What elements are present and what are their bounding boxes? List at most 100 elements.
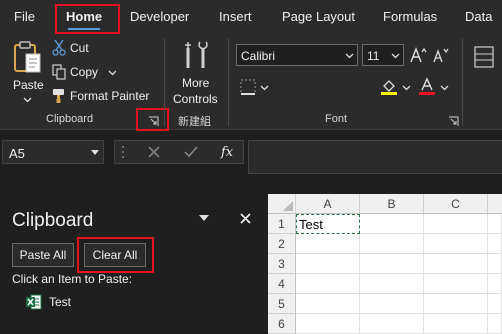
font-group-label: Font — [325, 113, 348, 125]
clipboard-dialog-launcher-icon[interactable] — [148, 116, 159, 127]
format-painter-button[interactable]: Format Painter — [52, 86, 152, 106]
grid-cell[interactable] — [296, 274, 360, 294]
tab-data[interactable]: Data — [465, 0, 492, 34]
chevron-down-icon — [23, 97, 32, 103]
clipboard-pane-title: Clipboard — [12, 210, 94, 231]
row-header-4[interactable]: 4 — [268, 274, 296, 294]
insert-function-icon[interactable]: fx — [221, 145, 233, 160]
grid-cell[interactable] — [360, 294, 424, 314]
paste-all-button[interactable]: Paste All — [12, 243, 74, 267]
grid-cell[interactable] — [424, 314, 488, 334]
font-name-select[interactable]: Calibri — [236, 44, 358, 66]
group-divider — [164, 38, 165, 126]
more-controls-label-2: Controls — [173, 92, 218, 106]
grid-cell[interactable] — [488, 234, 502, 254]
ribbon: Paste Cut Copy Format Painter Clipboard … — [0, 34, 502, 131]
increase-font-size-button[interactable] — [409, 44, 427, 66]
group-divider — [228, 38, 229, 126]
grid-cell[interactable] — [360, 214, 424, 234]
grid-cell[interactable] — [424, 294, 488, 314]
cancel-icon[interactable] — [148, 146, 160, 158]
grid-cell[interactable] — [488, 214, 502, 234]
more-options-icon — [122, 146, 124, 158]
borders-icon — [240, 79, 256, 95]
next-group-button[interactable] — [470, 38, 500, 108]
column-header-d[interactable] — [488, 194, 502, 214]
grid-cell[interactable] — [488, 274, 502, 294]
chevron-down-icon — [345, 53, 354, 59]
tab-page-layout[interactable]: Page Layout — [282, 0, 355, 34]
row-header-5[interactable]: 5 — [268, 294, 296, 314]
grid-cell[interactable] — [360, 234, 424, 254]
clipboard-instruction: Click an Item to Paste: — [12, 272, 133, 286]
close-icon[interactable] — [240, 213, 251, 224]
more-controls-button[interactable]: More Controls — [170, 38, 222, 108]
grid-cell[interactable] — [360, 274, 424, 294]
font-size-select[interactable]: 11 — [362, 44, 404, 66]
column-header-a[interactable]: A — [296, 194, 360, 214]
grid-cell[interactable] — [424, 214, 488, 234]
more-controls-label-1: More — [182, 76, 210, 90]
copy-button[interactable]: Copy — [52, 62, 132, 82]
enter-check-icon[interactable] — [184, 146, 198, 158]
row-header-2[interactable]: 2 — [268, 234, 296, 254]
paste-icon — [14, 41, 41, 73]
font-color-icon — [419, 77, 435, 95]
cell-a1[interactable]: Test — [296, 214, 360, 234]
tab-file[interactable]: File — [14, 0, 35, 34]
grid-cell[interactable] — [424, 274, 488, 294]
grid-cell[interactable] — [424, 254, 488, 274]
cut-button[interactable]: Cut — [52, 38, 132, 58]
select-all-corner[interactable] — [268, 194, 296, 214]
table-icon — [474, 46, 494, 68]
tab-developer[interactable]: Developer — [130, 0, 189, 34]
ribbon-tab-bar: File Home Developer Insert Page Layout F… — [0, 0, 502, 34]
decrease-font-size-button[interactable] — [432, 44, 450, 66]
cell-a1-value: Test — [299, 217, 323, 232]
decrease-font-icon — [433, 48, 449, 63]
paintbrush-icon — [53, 89, 64, 103]
copy-label: Copy — [70, 65, 99, 79]
formula-actions: fx — [114, 140, 244, 164]
tab-formulas[interactable]: Formulas — [383, 0, 437, 34]
tools-icon — [185, 41, 208, 68]
grid-cell[interactable] — [360, 254, 424, 274]
row-header-1[interactable]: 1 — [268, 214, 296, 234]
highlight-color-button[interactable] — [380, 76, 412, 98]
borders-button[interactable] — [238, 76, 270, 98]
chevron-down-icon — [108, 70, 117, 76]
tab-home[interactable]: Home — [66, 0, 102, 34]
paste-button[interactable]: Paste — [8, 38, 48, 108]
font-dialog-launcher-icon[interactable] — [448, 116, 459, 127]
column-header-c[interactable]: C — [424, 194, 488, 214]
grid-cell[interactable] — [296, 254, 360, 274]
row-header-6[interactable]: 6 — [268, 314, 296, 334]
grid-cell[interactable] — [296, 234, 360, 254]
new-group-label: 新建組 — [178, 116, 211, 128]
caret-down-icon — [91, 150, 99, 155]
clipboard-item[interactable]: Test — [12, 291, 252, 313]
grid-cell[interactable] — [424, 234, 488, 254]
chevron-down-icon — [391, 53, 400, 59]
grid-cell[interactable] — [488, 294, 502, 314]
copy-icon — [52, 64, 66, 80]
row-header-3[interactable]: 3 — [268, 254, 296, 274]
formula-input[interactable] — [248, 140, 502, 174]
grid-cell[interactable] — [296, 294, 360, 314]
select-all-triangle-icon — [283, 201, 293, 211]
clear-all-button[interactable]: Clear All — [84, 243, 146, 267]
group-divider — [462, 38, 463, 126]
tab-insert[interactable]: Insert — [219, 0, 252, 34]
grid-cell[interactable] — [488, 314, 502, 334]
grid-cell[interactable] — [360, 314, 424, 334]
font-color-button[interactable] — [418, 76, 450, 98]
pane-options-caret-icon[interactable] — [199, 215, 209, 221]
column-header-b[interactable]: B — [360, 194, 424, 214]
font-size-value: 11 — [367, 49, 380, 63]
formula-bar: A5 fx — [0, 131, 502, 175]
grid-cell[interactable] — [488, 254, 502, 274]
name-box[interactable]: A5 — [2, 140, 104, 164]
grid-cell[interactable] — [296, 314, 360, 334]
scissors-icon — [52, 40, 66, 56]
clipboard-task-pane: Clipboard Paste All Clear All Click an I… — [0, 180, 268, 334]
